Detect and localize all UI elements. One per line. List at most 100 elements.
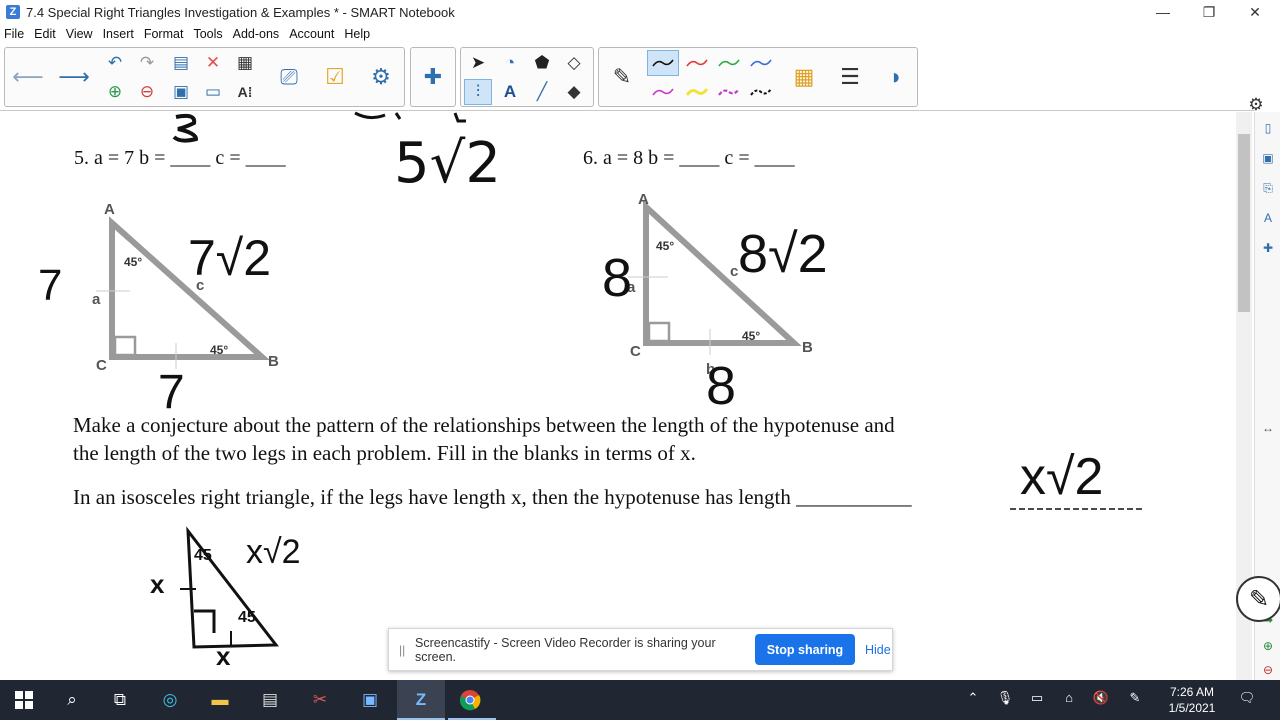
menu-account[interactable]: Account [289,27,334,41]
page-sorter-icon[interactable]: ▯ [1260,120,1276,136]
lab-activity-icon[interactable]: ⚙ [361,49,401,105]
pen-yellow-swatch-icon [686,88,708,96]
addons-tab-icon[interactable]: ✚ [1260,240,1276,256]
document-camera-icon[interactable]: ⎚ [269,49,309,105]
redo-icon[interactable]: ↷ [133,50,161,76]
handwriting-recognition-icon[interactable]: A⁞ [231,79,259,105]
text-tool-icon[interactable]: A [496,79,524,105]
triangle-1-right-angle-mark [113,335,137,357]
menu-help[interactable]: Help [344,27,370,41]
paste-icon[interactable]: ▤ [167,50,195,76]
pen-red-line[interactable] [681,50,713,76]
eraser-shape-icon[interactable]: ⬟ [528,50,556,76]
show-hidden-icons-icon[interactable]: ⌃ [964,690,982,710]
menu-insert[interactable]: Insert [103,27,134,41]
triangle-1-angle-top: 45° [124,255,143,269]
close-button[interactable]: ✕ [1232,0,1278,24]
task-view-icon[interactable]: ⧉ [108,688,132,712]
save-icon[interactable]: ▣ [167,79,195,105]
shapes-icon[interactable]: ◔ [496,50,524,76]
menu-format[interactable]: Format [144,27,184,41]
menu-addons[interactable]: Add-ons [233,27,280,41]
main-toolbar: ⟵ ⟶ ↶ ↷ ▤ ✕ ▦ ⊕ ⊖ ▣ ▭ A⁞ ⎚ ☑ ⚙ ✚ ➤ ◔ ⬟ ◇… [0,44,1280,144]
windows-logo-icon [15,691,33,709]
clock-date: 1/5/2021 [1168,701,1216,715]
battery-icon[interactable]: ▭ [1028,690,1046,710]
microphone-icon[interactable]: 🎙 [996,690,1014,710]
screen-shade-icon[interactable]: ▭ [199,79,227,105]
transparency-icon[interactable]: ◑ [875,49,913,105]
pen-green-line[interactable] [713,50,745,76]
undo-icon[interactable]: ↶ [101,50,129,76]
triangle-2-vertex-c: C [630,343,641,360]
smart-notebook-taskbar-icon[interactable]: Z [409,688,433,712]
side-tool-2-icon[interactable]: ⊕ [1260,638,1276,654]
pen-tools-icon[interactable]: ⫶ [464,79,492,105]
triangle-2-right-angle-mark [647,321,671,343]
response-icon[interactable]: ☑ [315,49,355,105]
network-icon[interactable]: ⌂ [1060,690,1078,710]
pen-black-line[interactable] [647,50,679,76]
handwriting-top-fragment-2 [354,111,466,123]
addons-puzzle-icon[interactable]: ✚ [414,49,452,105]
hide-button[interactable]: Hide [865,643,891,657]
color-palette-icon[interactable]: ▦ [785,49,823,105]
delete-icon[interactable]: ✕ [199,50,227,76]
problem-6-text: 6. a = 8 b = ____ c = ____ [583,147,795,169]
add-page-icon[interactable]: ⊕ [101,79,129,105]
restore-button[interactable]: ❐ [1186,0,1232,24]
pen-icon[interactable]: ✎ [603,49,641,105]
minimize-button[interactable]: — [1140,0,1186,24]
attachments-icon[interactable]: ⎘ [1260,180,1276,196]
pen-black-dashed[interactable] [745,79,777,105]
menu-tools[interactable]: Tools [193,27,222,41]
table-icon[interactable]: ▦ [231,50,259,76]
stop-sharing-button[interactable]: Stop sharing [755,634,855,665]
snipping-tool-icon[interactable]: ✂ [308,688,332,712]
delete-page-icon[interactable]: ⊖ [133,79,161,105]
properties-icon[interactable]: A [1260,210,1276,226]
file-explorer-icon[interactable]: ▬ [208,688,232,712]
triangle-1-vertex-a: A [104,201,115,218]
scrollbar-thumb[interactable] [1238,134,1250,312]
pen-magenta-line[interactable] [647,79,679,105]
search-icon[interactable]: ⌕ [60,688,84,712]
volume-muted-icon[interactable]: 🔇 [1092,690,1110,710]
resize-sidebar-icon[interactable]: ↔ [1260,420,1276,436]
triangle-2-vertex-b: B [802,339,813,356]
pen-workspace-icon[interactable]: ✎ [1126,690,1144,710]
drag-handle-icon[interactable]: || [399,643,415,657]
side-tool-3-icon[interactable]: ⊖ [1260,662,1276,678]
pen-magenta-dashed[interactable] [713,79,745,105]
triangle-2-angle-bottom: 45° [742,329,761,343]
forward-arrow-icon[interactable]: ⟶ [55,49,93,105]
chrome-browser-icon[interactable] [458,688,482,712]
line-thickness-icon[interactable]: ☰ [831,49,869,105]
pen-black-dashed-swatch-icon [750,88,772,96]
handwritten-t2-leg: 8 [602,248,633,308]
edge-browser-icon[interactable]: ◎ [158,688,182,712]
fill-icon[interactable]: ◇ [560,50,588,76]
line-tool-icon[interactable]: ╱ [528,79,556,105]
notifications-icon[interactable]: 🗨 [1238,690,1256,710]
taskbar-clock[interactable]: 7:26 AM 1/5/2021 [1160,684,1224,716]
pen-yellow-line[interactable] [681,79,713,105]
microsoft-store-icon[interactable]: ▤ [258,688,282,712]
window-title: 7.4 Special Right Triangles Investigatio… [26,4,455,20]
menu-edit[interactable]: Edit [34,27,56,41]
select-pointer-icon[interactable]: ➤ [464,50,492,76]
menu-file[interactable]: File [4,27,24,41]
triangle-2-vertex-a: A [638,191,649,208]
notebook-page[interactable]: 5. a = 7 b = ____ c = ____ 6. a = 8 b = … [0,110,1256,680]
menu-view[interactable]: View [66,27,93,41]
windows-start-icon[interactable] [12,688,36,712]
triangle-1-vertex-c: C [96,357,107,374]
smart-app-icon[interactable]: ▣ [358,688,382,712]
conjecture-line-1: Make a conjecture about the pattern of t… [73,413,895,437]
back-arrow-icon[interactable]: ⟵ [9,49,47,105]
eraser-icon[interactable]: ◆ [560,79,588,105]
gallery-icon[interactable]: ▣ [1260,150,1276,166]
pen-blue-line[interactable] [745,50,777,76]
floating-pen-icon[interactable]: ✎ [1236,576,1280,622]
pen-black-swatch-icon [652,59,674,67]
